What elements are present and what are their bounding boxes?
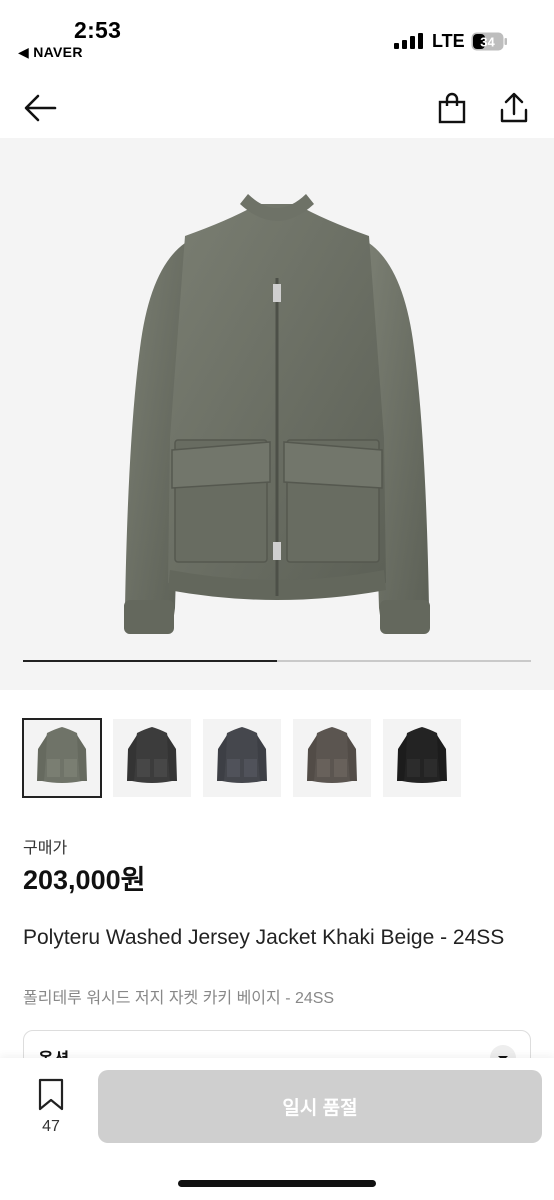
product-title-korean: 폴리테루 워시드 저지 자켓 카키 베이지 - 24SS [23,990,335,1007]
thumbnail-image [397,727,447,783]
shopping-bag-icon [438,92,466,124]
bookmark-button[interactable]: 47 [30,1078,72,1138]
thumbnail-brown-grey[interactable] [293,719,371,797]
thumbnail-image [307,727,357,783]
thumbnail-image [37,727,87,783]
gallery-progress-track [23,660,531,662]
product-title: Polyteru Washed Jersey Jacket Khaki Beig… [23,926,505,949]
network-type: LTE [432,31,465,51]
battery-icon: 34 [471,32,507,51]
battery-level: 34 [480,35,495,50]
price-label: 구매가 [23,840,68,857]
price-value: 203,000원 [23,865,146,895]
back-to-app-link[interactable]: ◀ NAVER [18,44,83,61]
gallery-progress-fill [23,660,277,662]
soldout-button[interactable]: 일시 품절 [98,1070,542,1143]
thumbnail-image [217,727,267,783]
bookmark-count: 47 [42,1118,60,1135]
thumbnail-strip [22,718,531,799]
thumbnail-charcoal[interactable] [113,719,191,797]
thumbnail-navy-grey[interactable] [203,719,281,797]
thumbnail-khaki[interactable] [22,718,102,798]
status-bar: 2:53 ◀ NAVER LTE 34 [0,0,554,70]
bookmark-icon [38,1078,64,1111]
shopping-bag-button[interactable] [432,88,472,128]
home-indicator [178,1180,376,1187]
arrow-left-icon [24,94,57,122]
thumbnail-image [127,727,177,783]
share-icon [500,92,528,123]
thumbnail-black[interactable] [383,719,461,797]
status-time: 2:53 [74,17,122,43]
jacket-image [124,194,430,634]
cellular-signal-icon [394,33,423,49]
product-image[interactable] [0,138,554,690]
bottom-action-bar: 47 일시 품절 [0,1058,554,1200]
share-button[interactable] [494,88,534,128]
top-nav [0,80,554,136]
back-button[interactable] [20,88,60,128]
